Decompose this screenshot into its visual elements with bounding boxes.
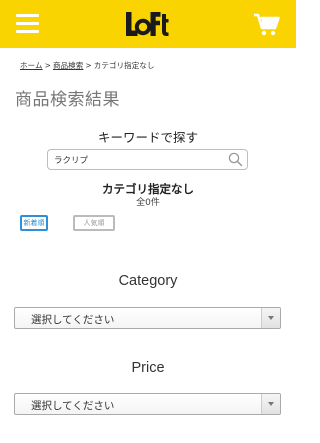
breadcrumb-home-link[interactable]: ホーム bbox=[20, 61, 43, 70]
breadcrumb-search-link[interactable]: 商品検索 bbox=[53, 61, 83, 70]
breadcrumb-separator: > bbox=[44, 61, 51, 70]
keyword-search-input[interactable] bbox=[54, 152, 224, 167]
shopping-cart-icon[interactable] bbox=[254, 13, 280, 36]
site-header bbox=[0, 0, 296, 48]
breadcrumb: ホーム > 商品検索 > カテゴリ指定なし bbox=[20, 60, 155, 71]
loft-logo[interactable] bbox=[125, 10, 169, 38]
hamburger-menu-icon[interactable] bbox=[16, 14, 39, 34]
price-select[interactable]: 選択してください bbox=[14, 393, 281, 415]
keyword-search-box bbox=[47, 149, 248, 170]
sort-popular-button[interactable]: 人気順 bbox=[73, 215, 115, 231]
price-section-title: Price bbox=[131, 360, 165, 376]
chevron-down-icon bbox=[261, 394, 280, 414]
keyword-search-label: キーワードで探す bbox=[97, 130, 198, 145]
sort-newest-button[interactable]: 新着順 bbox=[20, 215, 48, 231]
search-icon[interactable] bbox=[228, 152, 243, 167]
category-select[interactable]: 選択してください bbox=[14, 307, 281, 329]
page-title: 商品検索結果 bbox=[15, 90, 120, 110]
result-count: 全0件 bbox=[136, 198, 160, 208]
category-select-value: 選択してください bbox=[31, 314, 115, 326]
breadcrumb-separator: > bbox=[85, 61, 92, 70]
chevron-down-icon bbox=[261, 308, 280, 328]
breadcrumb-current: カテゴリ指定なし bbox=[93, 61, 155, 70]
category-section-title: Category bbox=[118, 273, 178, 289]
price-select-value: 選択してください bbox=[31, 400, 115, 412]
